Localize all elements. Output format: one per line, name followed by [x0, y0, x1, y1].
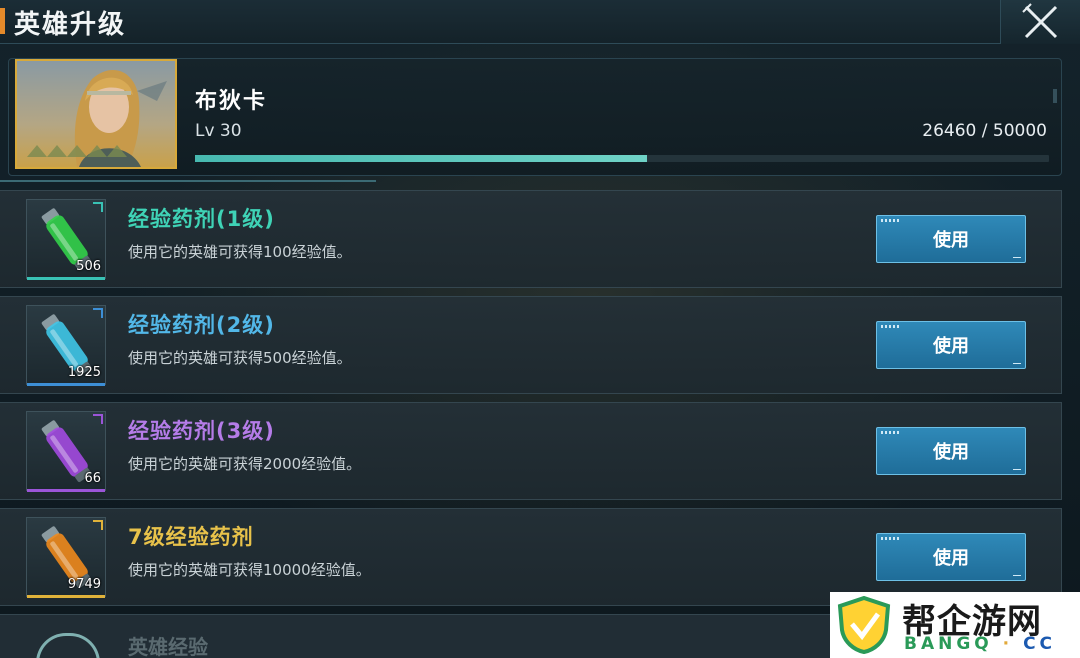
- watermark-sub-dot: ·: [1002, 634, 1014, 654]
- shield-logo-icon: [837, 596, 891, 654]
- orange-potion-icon[interactable]: 9749: [26, 517, 106, 598]
- hero-info-panel: 布狄卡 Lv 30 26460 / 50000: [8, 58, 1062, 176]
- item-name: 经验药剂(2级): [128, 313, 275, 337]
- item-description: 使用它的英雄可获得2000经验值。: [128, 455, 362, 473]
- item-count: 1925: [67, 365, 101, 380]
- button-deco-line: [1013, 257, 1021, 258]
- page-title: 英雄升级: [14, 10, 127, 40]
- rarity-corner: [93, 414, 103, 424]
- use-button-label: 使用: [933, 442, 969, 463]
- header-bar: 英雄升级: [0, 0, 1080, 44]
- hero-exp-text: 26460 / 50000: [922, 121, 1047, 141]
- close-button[interactable]: [1000, 0, 1080, 44]
- rarity-underline: [27, 489, 105, 492]
- exp-progress-fill: [195, 155, 647, 162]
- watermark-sub-main: BANGQ: [904, 634, 993, 654]
- button-deco-line: [1013, 469, 1021, 470]
- use-button-label: 使用: [933, 548, 969, 569]
- use-button[interactable]: 使用: [876, 533, 1026, 581]
- button-deco-line: [1013, 575, 1021, 576]
- watermark-subtitle: BANGQ · CC: [904, 634, 1056, 654]
- item-icon: [36, 633, 100, 658]
- use-button[interactable]: 使用: [876, 427, 1026, 475]
- item-description: 使用它的英雄可获得10000经验值。: [128, 561, 371, 579]
- item-name: 经验药剂(3级): [128, 419, 275, 443]
- use-button[interactable]: 使用: [876, 321, 1026, 369]
- rarity-corner: [93, 308, 103, 318]
- blue-potion-icon[interactable]: 1925: [26, 305, 106, 386]
- item-name: 经验药剂(1级): [128, 207, 275, 231]
- item-description: 使用它的英雄可获得500经验值。: [128, 349, 352, 367]
- item-name: 7级经验药剂: [128, 525, 254, 549]
- hero-level: Lv 30: [195, 121, 242, 141]
- rarity-underline: [27, 595, 105, 598]
- list-item: 1925 经验药剂(2级) 使用它的英雄可获得500经验值。 使用: [0, 296, 1062, 394]
- watermark-logo: 帮企游网 BANGQ · CC: [830, 592, 1080, 658]
- header-accent: [0, 8, 5, 34]
- rarity-underline: [27, 277, 105, 280]
- use-button-label: 使用: [933, 230, 969, 251]
- button-deco-dots: [881, 325, 901, 328]
- use-button-label: 使用: [933, 336, 969, 357]
- item-description: 使用它的英雄可获得100经验值。: [128, 243, 352, 261]
- button-deco-dots: [881, 431, 901, 434]
- hero-name: 布狄卡: [195, 89, 268, 114]
- close-x-icon: [1022, 3, 1058, 39]
- purple-potion-icon[interactable]: 66: [26, 411, 106, 492]
- watermark-sub-cc: CC: [1023, 634, 1057, 654]
- exp-progress-bar: [195, 155, 1049, 162]
- panel-edge-marker: [1053, 89, 1057, 103]
- item-count: 506: [76, 259, 101, 274]
- item-name: 英雄经验: [128, 635, 208, 658]
- list-item: 506 经验药剂(1级) 使用它的英雄可获得100经验值。 使用: [0, 190, 1062, 288]
- rarity-corner: [93, 520, 103, 530]
- button-deco-dots: [881, 537, 901, 540]
- item-count: 66: [84, 471, 101, 486]
- hero-portrait[interactable]: [15, 59, 177, 169]
- use-button[interactable]: 使用: [876, 215, 1026, 263]
- list-item: 66 经验药剂(3级) 使用它的英雄可获得2000经验值。 使用: [0, 402, 1062, 500]
- button-deco-line: [1013, 363, 1021, 364]
- rarity-corner: [93, 202, 103, 212]
- rarity-underline: [27, 383, 105, 386]
- item-count: 9749: [67, 577, 101, 592]
- section-divider: [0, 180, 376, 182]
- green-potion-icon[interactable]: 506: [26, 199, 106, 280]
- button-deco-dots: [881, 219, 901, 222]
